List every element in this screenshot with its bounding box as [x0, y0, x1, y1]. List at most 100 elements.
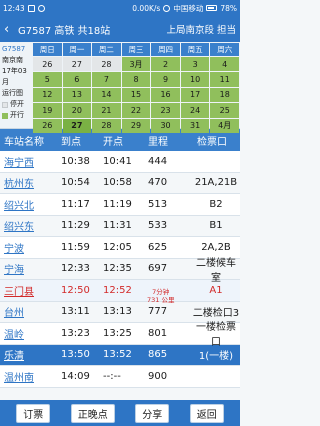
calendar-day[interactable]: 12	[33, 87, 62, 103]
calendar-day[interactable]: 21	[92, 103, 121, 118]
calendar-day[interactable]: 16	[151, 87, 180, 103]
calendar-day[interactable]: 15	[121, 87, 151, 103]
calendar-day[interactable]: 19	[33, 103, 62, 118]
station-name[interactable]: 温州南	[0, 369, 58, 384]
back-arrow-icon[interactable]: ‹	[4, 23, 18, 36]
table-row[interactable]: 宁海 12:33 12:35 697 二楼候车室	[0, 258, 240, 284]
calendar-day[interactable]: 3	[180, 57, 210, 72]
mileage: 900	[148, 370, 168, 382]
crew-bureau: 上局南京段 担当	[166, 25, 236, 36]
calendar-day[interactable]: 23	[151, 103, 180, 118]
station-name[interactable]: 宁波	[0, 240, 58, 255]
return-button[interactable]: 返回	[189, 403, 224, 423]
table-row[interactable]: 绍兴东 11:29 11:31 533 B1	[0, 215, 240, 237]
depart-time: 13:52	[103, 349, 132, 361]
header-depart: 开点	[103, 136, 123, 148]
legend-run-label: 开行	[10, 111, 24, 119]
depart-time: --:--	[103, 370, 121, 382]
delay-status-button[interactable]: 正晚点	[70, 403, 115, 423]
calendar-day[interactable]: 30	[151, 118, 180, 133]
station-name[interactable]: 三门县	[0, 283, 58, 298]
share-button[interactable]: 分享	[135, 403, 170, 423]
table-row[interactable]: 温岭 13:23 13:25 801 一楼检票口	[0, 322, 240, 348]
mileage: 533	[148, 220, 168, 232]
calendar-day[interactable]: 25	[210, 103, 239, 118]
depart-time: 13:13	[103, 306, 132, 318]
calendar-day[interactable]: 9	[151, 72, 180, 87]
arrive-time: 10:54	[61, 177, 90, 189]
depart-time: 12:52	[103, 284, 132, 296]
calendar-day[interactable]: 26	[33, 118, 62, 133]
table-row[interactable]: 温州南 14:09 --:-- 900	[0, 366, 240, 388]
battery-icon	[206, 5, 218, 11]
calendar-info: G7587 南京南 17年03月 运行图 停开 开行	[0, 42, 33, 128]
page-title: G7587 高铁 共18站	[18, 25, 111, 37]
station-name[interactable]: 台州	[0, 304, 58, 319]
calendar-day[interactable]: 4	[210, 57, 239, 72]
table-row-selected[interactable]: 乐清 13:50 13:52 865 1(一楼)	[0, 344, 240, 366]
weekday-fri: 周五	[180, 43, 210, 56]
book-ticket-button[interactable]: 订票	[16, 403, 51, 423]
calendar-day[interactable]: 10	[180, 72, 210, 87]
delay-note: 7分钟 731 公里	[147, 289, 174, 304]
calendar-day[interactable]: 8	[121, 72, 151, 87]
calendar-day[interactable]: 7	[92, 72, 121, 87]
calendar-day-today[interactable]: 27	[62, 118, 92, 133]
calendar-day[interactable]: 29	[121, 118, 151, 133]
calendar-day[interactable]: 3月	[121, 57, 151, 72]
weekday-sun: 周日	[33, 43, 62, 56]
calendar-day[interactable]: 22	[121, 103, 151, 118]
station-name[interactable]: 宁海	[0, 261, 58, 276]
station-name[interactable]: 乐清	[0, 347, 58, 362]
table-row[interactable]: 海宁西 10:38 10:41 444	[0, 151, 240, 173]
weekday-thu: 周四	[151, 43, 180, 56]
calendar-day[interactable]: 31	[180, 118, 210, 133]
mileage: 697	[148, 263, 168, 275]
weekday-tue: 周二	[92, 43, 121, 56]
calendar-day[interactable]: 11	[210, 72, 239, 87]
station-name[interactable]: 绍兴东	[0, 218, 58, 233]
legend-stop-label: 停开	[10, 100, 24, 108]
depart-time: 11:31	[103, 220, 132, 232]
calendar-day[interactable]: 28	[92, 118, 121, 133]
calendar-day[interactable]: 14	[92, 87, 121, 103]
calendar-status-title: 运行图	[2, 89, 23, 97]
calendar-day[interactable]: 27	[62, 57, 92, 72]
mileage: 777	[148, 306, 168, 318]
depart-time: 12:35	[103, 263, 132, 275]
calendar-day[interactable]: 20	[62, 103, 92, 118]
calendar-day[interactable]: 26	[33, 57, 62, 72]
calendar-day[interactable]: 18	[210, 87, 239, 103]
notification-icon	[27, 4, 35, 12]
arrive-time: 12:33	[61, 263, 90, 275]
calendar-day[interactable]: 24	[180, 103, 210, 118]
calendar-train-code: G7587	[2, 45, 26, 53]
station-name[interactable]: 杭州东	[0, 175, 58, 190]
mileage: 444	[148, 155, 168, 167]
calendar-day[interactable]: 6	[62, 72, 92, 87]
check-gate: 21A,21B	[194, 177, 238, 189]
depart-time: 12:05	[103, 241, 132, 253]
calendar-day[interactable]: 17	[180, 87, 210, 103]
run-swatch-icon	[2, 112, 8, 119]
station-name[interactable]: 绍兴北	[0, 197, 58, 212]
app-header: ‹ G7587 高铁 共18站 上局南京段 担当	[0, 16, 240, 42]
calendar-day[interactable]: 5	[33, 72, 62, 87]
calendar-day[interactable]: 4月	[210, 118, 239, 133]
header-station: 车站名称	[4, 136, 44, 148]
arrive-time: 12:50	[61, 284, 90, 296]
check-gate: B1	[209, 220, 223, 232]
station-name[interactable]: 温岭	[0, 326, 58, 341]
calendar-day[interactable]: 13	[62, 87, 92, 103]
station-name[interactable]: 海宁西	[0, 154, 58, 169]
table-row[interactable]: 绍兴北 11:17 11:19 513 B2	[0, 194, 240, 216]
table-row[interactable]: 杭州东 10:54 10:58 470 21A,21B	[0, 172, 240, 194]
calendar-day[interactable]: 28	[92, 57, 121, 72]
calendar-day[interactable]: 2	[151, 57, 180, 72]
mileage: 625	[148, 241, 168, 253]
calendar-month: 17年03月	[2, 67, 27, 86]
calendar-station: 南京南	[2, 56, 23, 64]
mileage: 801	[148, 327, 168, 339]
check-gate: B2	[209, 198, 223, 210]
weekday-wed: 周三	[121, 43, 151, 56]
